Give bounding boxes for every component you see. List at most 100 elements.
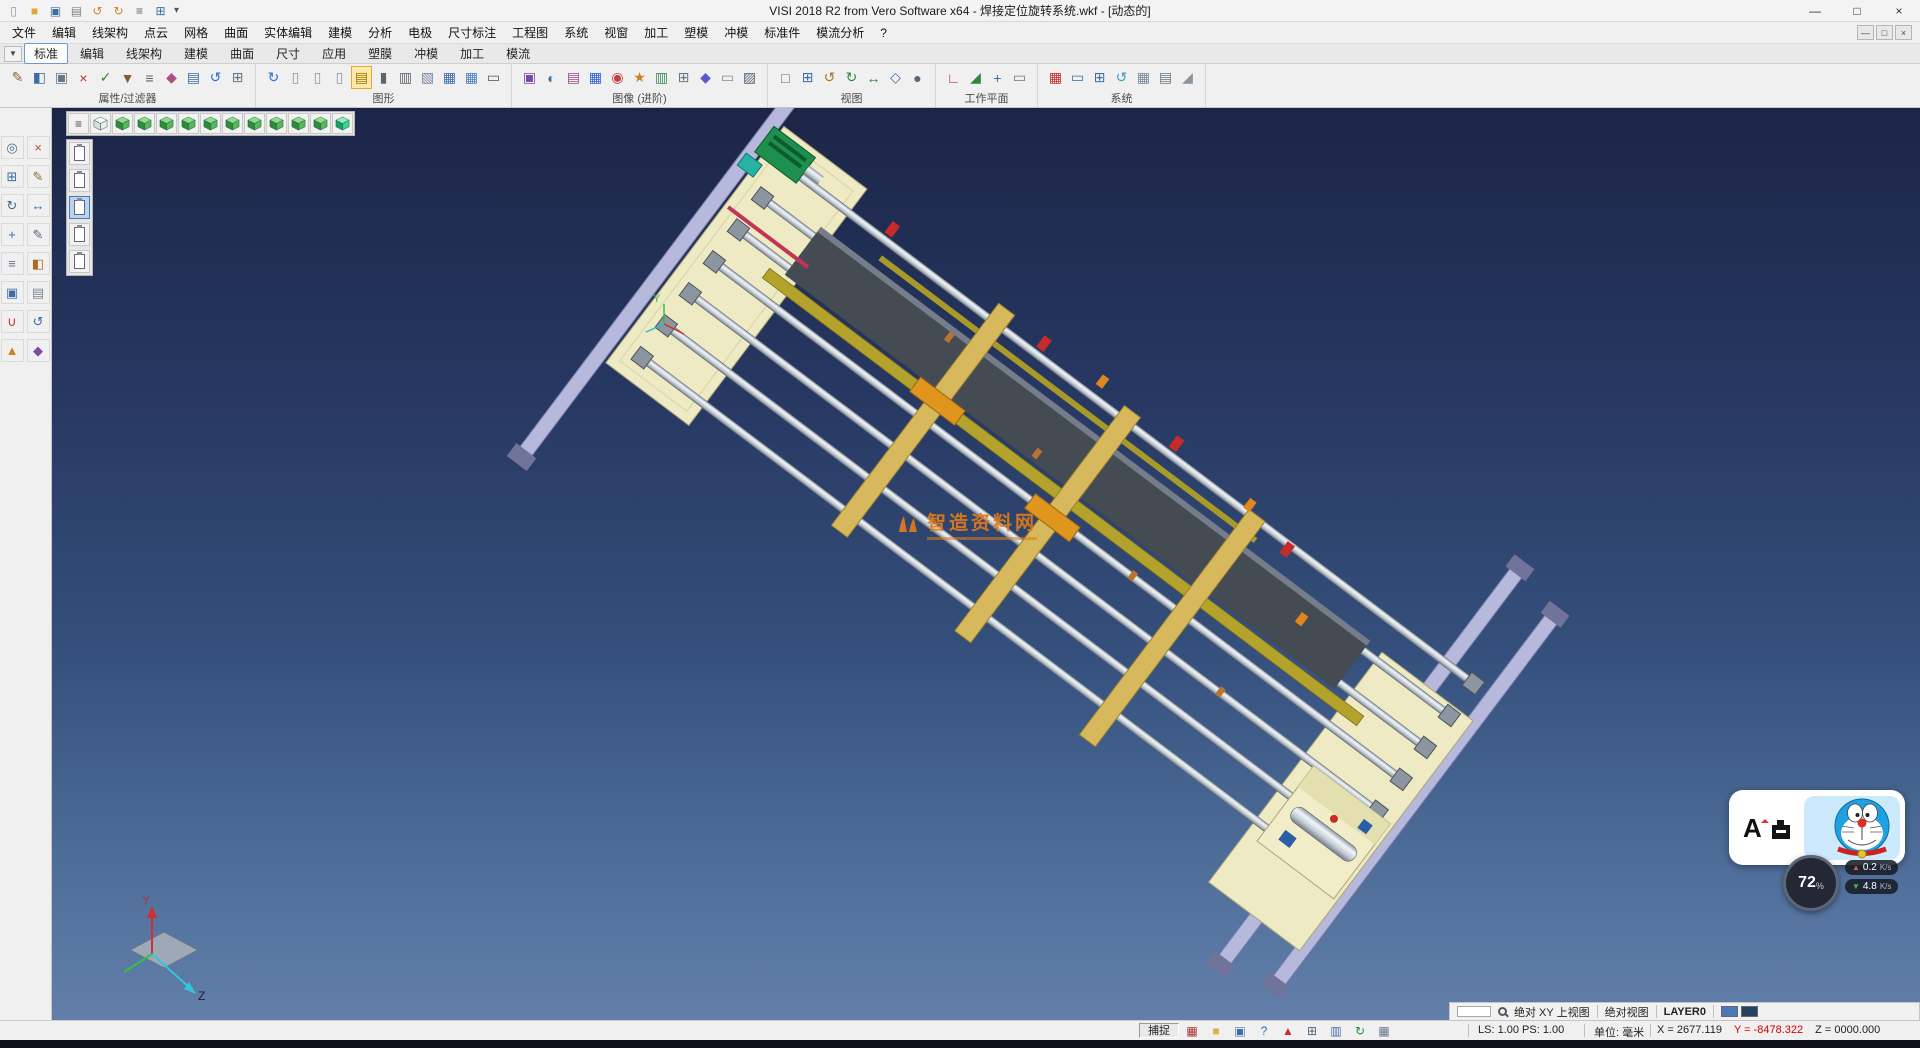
menu-item[interactable]: 线架构 xyxy=(84,22,136,43)
workplane-entity-icon[interactable]: + xyxy=(987,66,1008,89)
move-icon[interactable]: + xyxy=(1,223,24,246)
active-color-swatch[interactable] xyxy=(1721,1006,1738,1017)
download-widget[interactable]: A xyxy=(1729,790,1905,865)
tab-flow[interactable]: 模流 xyxy=(496,43,540,64)
layers-icon[interactable]: ≡ xyxy=(1,252,24,275)
dynamic-iso-view-button[interactable] xyxy=(332,113,353,134)
undo-icon[interactable]: ↺ xyxy=(88,2,107,19)
taskbar[interactable] xyxy=(0,1040,1920,1048)
back-view-button[interactable] xyxy=(266,113,287,134)
menu-item[interactable]: 系统 xyxy=(556,22,596,43)
status-grid-icon[interactable]: ⊞ xyxy=(1304,1023,1320,1038)
grayscale-icon[interactable]: ▭ xyxy=(717,66,738,89)
tab-die[interactable]: 冲模 xyxy=(404,43,448,64)
pan-icon[interactable]: ↔ xyxy=(863,66,884,89)
level-board-3-button[interactable] xyxy=(69,196,90,219)
graphics-refresh-icon[interactable]: ▦ xyxy=(461,66,482,89)
rotate-dynamic-icon[interactable]: ↻ xyxy=(841,66,862,89)
menu-item[interactable]: ? xyxy=(872,24,895,42)
system-colors-icon[interactable]: ▦ xyxy=(1045,66,1066,89)
menu-item[interactable]: 建模 xyxy=(320,22,360,43)
status-help-icon[interactable]: ? xyxy=(1256,1023,1272,1038)
graphics-settings-icon[interactable]: ▦ xyxy=(439,66,460,89)
machine-assembly[interactable] xyxy=(507,108,1589,1020)
new-file-icon[interactable]: ▯ xyxy=(4,2,23,19)
close-button[interactable]: × xyxy=(1878,0,1920,21)
font-tool-icon[interactable]: A xyxy=(1743,815,1762,841)
menu-item[interactable]: 视窗 xyxy=(596,22,636,43)
menu-item[interactable]: 编辑 xyxy=(44,22,84,43)
filter-color-icon[interactable]: ◆ xyxy=(161,66,182,89)
palette-icon[interactable]: ◆ xyxy=(27,339,50,362)
attribute-pencil-icon[interactable]: ✎ xyxy=(7,66,28,89)
download-progress-circle[interactable]: 72% xyxy=(1783,855,1839,911)
menu-item[interactable]: 尺寸标注 xyxy=(440,22,504,43)
view-mode-label[interactable]: 绝对 XY 上视图 xyxy=(1514,1004,1590,1020)
zoom-window-icon[interactable]: ⊞ xyxy=(797,66,818,89)
target-select-icon[interactable]: ◎ xyxy=(1,136,24,159)
filter-layer-icon[interactable]: ≡ xyxy=(139,66,160,89)
paint-icon[interactable]: ◧ xyxy=(27,252,50,275)
gem-render-icon[interactable]: ◆ xyxy=(695,66,716,89)
open-folder-icon[interactable]: ■ xyxy=(25,2,44,19)
level-board-1-button[interactable] xyxy=(69,142,90,165)
grid-snap-icon[interactable]: ⊞ xyxy=(1,165,24,188)
show-entity-icon[interactable]: ▯ xyxy=(307,66,328,89)
menu-item[interactable]: 文件 xyxy=(4,22,44,43)
workplane-standard-icon[interactable]: ∟ xyxy=(943,66,964,89)
menu-item[interactable]: 标准件 xyxy=(756,22,808,43)
level-board-4-button[interactable] xyxy=(69,223,90,246)
zoom-previous-icon[interactable]: ↺ xyxy=(819,66,840,89)
blank-toggle-icon[interactable]: ▯ xyxy=(329,66,350,89)
menu-item[interactable]: 分析 xyxy=(360,22,400,43)
menu-item[interactable]: 曲面 xyxy=(216,22,256,43)
iso-view-sw-button[interactable] xyxy=(178,113,199,134)
menu-item[interactable]: 工程图 xyxy=(504,22,556,43)
active-layer-label[interactable]: LAYER0 xyxy=(1664,1006,1706,1018)
mdi-minimize-button[interactable]: — xyxy=(1857,25,1874,40)
trim-icon[interactable]: × xyxy=(27,136,50,159)
status-folder-icon[interactable]: ■ xyxy=(1208,1023,1224,1038)
menu-item[interactable]: 点云 xyxy=(136,22,176,43)
photo-render-icon[interactable]: ▨ xyxy=(739,66,760,89)
view-toolbar-menu-button[interactable]: ≡ xyxy=(68,113,89,134)
status-display-icon[interactable]: ▣ xyxy=(1232,1023,1248,1038)
shade-toggle-icon[interactable]: ● xyxy=(907,66,928,89)
translucent-icon[interactable]: ▧ xyxy=(417,66,438,89)
flag-icon[interactable]: ▲ xyxy=(1,339,24,362)
system-options-icon[interactable]: ▤ xyxy=(1155,66,1176,89)
status-table-icon[interactable]: ▦ xyxy=(1376,1023,1392,1038)
pen-icon[interactable]: ✎ xyxy=(27,223,50,246)
filter-none-icon[interactable]: × xyxy=(73,66,94,89)
status-tool-icon[interactable]: ▲ xyxy=(1280,1023,1296,1038)
status-refresh-icon[interactable]: ↻ xyxy=(1352,1023,1368,1038)
tool-icon[interactable] xyxy=(1772,825,1790,839)
bottom-view-button[interactable] xyxy=(222,113,243,134)
section-icon[interactable]: ▥ xyxy=(651,66,672,89)
tab-edit[interactable]: 编辑 xyxy=(70,43,114,64)
right-view-button[interactable] xyxy=(310,113,331,134)
left-view-button[interactable] xyxy=(288,113,309,134)
grid-settings-icon[interactable]: ⊞ xyxy=(151,2,170,19)
magnet-snap-icon[interactable]: ∪ xyxy=(1,310,24,333)
filter-options-icon[interactable]: ⊞ xyxy=(227,66,248,89)
iso-view-ne-button[interactable] xyxy=(112,113,133,134)
save-icon[interactable]: ▣ xyxy=(46,2,65,19)
3d-viewport[interactable]: Y Y Z ≡ xyxy=(52,108,1920,1020)
mdi-restore-button[interactable]: □ xyxy=(1876,25,1893,40)
attribute-copy-icon[interactable]: ▣ xyxy=(51,66,72,89)
image-grid-icon[interactable]: ⊞ xyxy=(673,66,694,89)
marker-icon[interactable]: ◉ xyxy=(607,66,628,89)
menu-item[interactable]: 实体编辑 xyxy=(256,22,320,43)
tab-surface[interactable]: 曲面 xyxy=(220,43,264,64)
tab-dimension[interactable]: 尺寸 xyxy=(266,43,310,64)
absolute-view-label[interactable]: 绝对视图 xyxy=(1605,1004,1649,1020)
shaded-edges-icon[interactable]: ▥ xyxy=(395,66,416,89)
redo-icon[interactable]: ↻ xyxy=(109,2,128,19)
material-icon[interactable]: ▤ xyxy=(563,66,584,89)
top-view-button[interactable] xyxy=(200,113,221,134)
3d-model-canvas[interactable]: Y Y Z xyxy=(52,108,1920,1020)
command-history-icon[interactable]: ≡ xyxy=(130,2,149,19)
wireframe-mode-icon[interactable]: ▤ xyxy=(351,66,372,89)
tab-standard[interactable]: 标准 xyxy=(24,43,68,64)
